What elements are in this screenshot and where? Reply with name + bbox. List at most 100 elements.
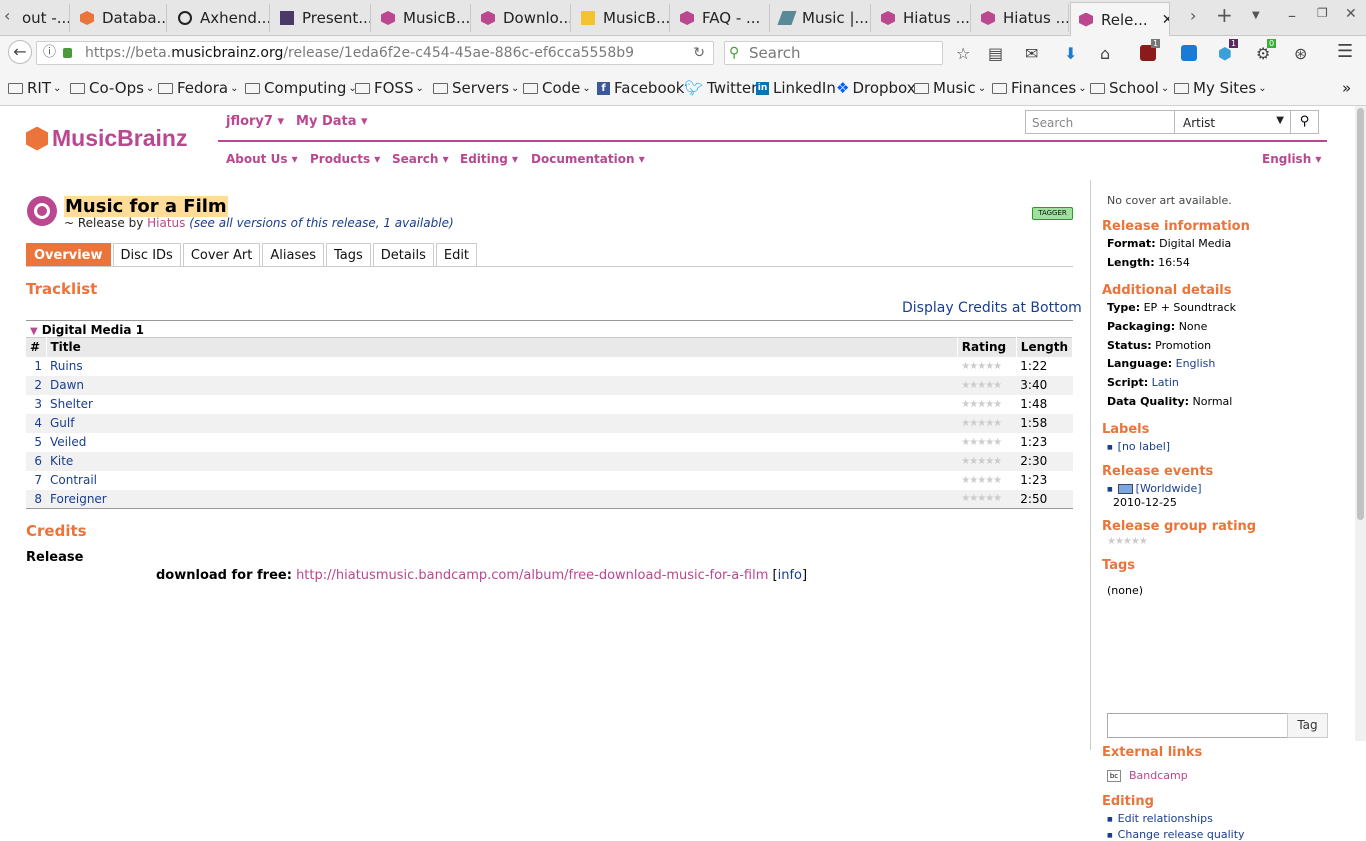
track-title-link[interactable]: Contrail: [46, 471, 957, 490]
tag-button[interactable]: Tag: [1287, 713, 1328, 738]
rating-stars[interactable]: ★★★★★: [957, 489, 1017, 509]
browser-tab[interactable]: Databa...: [72, 4, 167, 32]
browser-tab[interactable]: Present...: [272, 4, 371, 32]
bookmark-folder-computing[interactable]: Computing ⌄: [245, 79, 357, 97]
track-title-link[interactable]: Foreigner: [46, 489, 958, 509]
rating-stars[interactable]: ★★★★★: [957, 471, 1016, 490]
browser-search-input[interactable]: ⚲ Search: [724, 41, 943, 65]
minimize-icon[interactable]: –: [1288, 6, 1296, 25]
rating-stars[interactable]: ★★★★★: [957, 395, 1016, 414]
edit-relationships-link[interactable]: Edit relationships: [1107, 812, 1213, 825]
browser-tab[interactable]: Hiatus ...: [873, 4, 971, 32]
tabs-scroll-right-icon[interactable]: ›: [1190, 6, 1196, 25]
bookmark-folder-fedora[interactable]: Fedora ⌄: [158, 79, 238, 97]
tab-list-icon[interactable]: ▼: [1252, 10, 1260, 21]
nav-about-us[interactable]: About Us ▾: [226, 152, 298, 166]
rating-stars[interactable]: ★★★★★: [957, 433, 1016, 452]
nav-documentation[interactable]: Documentation ▾: [531, 152, 645, 166]
display-credits-link[interactable]: Display Credits at Bottom: [902, 300, 1082, 316]
close-window-icon[interactable]: ✕: [1345, 6, 1357, 22]
no-label-link[interactable]: [no label]: [1107, 440, 1170, 453]
artist-link[interactable]: Hiatus: [147, 216, 185, 230]
track-title-link[interactable]: Dawn: [46, 375, 958, 395]
mail-icon[interactable]: ✉: [1025, 44, 1038, 63]
rating-stars[interactable]: ★★★★★: [957, 451, 1017, 471]
rating-stars[interactable]: ★★★★★: [957, 413, 1017, 433]
privacy-icon[interactable]: ⊛: [1294, 44, 1307, 63]
maximize-icon[interactable]: ❐: [1317, 6, 1328, 20]
bookmark-star-icon[interactable]: ☆: [956, 44, 970, 63]
tab-cover-art[interactable]: Cover Art: [182, 243, 261, 267]
user-menu[interactable]: jflory7 ▾ My Data ▾: [226, 114, 368, 129]
header-search-button[interactable]: ⚲: [1290, 110, 1319, 134]
scrollbar-thumb[interactable]: [1357, 108, 1364, 520]
tab-disc-ids[interactable]: Disc IDs: [112, 243, 181, 267]
bookmark-folder-school[interactable]: School ⌄: [1090, 79, 1169, 97]
browser-tab[interactable]: Hiatus ...: [973, 4, 1069, 32]
page-scrollbar[interactable]: [1355, 106, 1366, 741]
language-link[interactable]: English: [1176, 357, 1216, 370]
browser-tab[interactable]: FAQ - ...: [672, 4, 770, 32]
bookmark-folder-servers[interactable]: Servers ⌄: [433, 79, 519, 97]
browser-tab[interactable]: Music |...: [772, 4, 871, 32]
close-tab-icon[interactable]: ✕: [1162, 12, 1169, 28]
track-title-link[interactable]: Ruins: [46, 357, 957, 376]
browser-tab[interactable]: MusicB...: [573, 4, 670, 32]
tagger-button[interactable]: TAGGER: [1032, 207, 1073, 220]
bookmark-folder-rit[interactable]: RIT ⌄: [8, 79, 61, 97]
home-icon[interactable]: ⌂: [1100, 44, 1110, 63]
track-title-link[interactable]: Kite: [46, 451, 958, 471]
bookmark-folder-code[interactable]: Code ⌄: [523, 79, 591, 97]
info-icon[interactable]: ⓘ: [43, 42, 56, 64]
change-release-quality-link[interactable]: Change release quality: [1107, 828, 1245, 841]
musicbrainz-logo[interactable]: MusicBrainz: [26, 125, 187, 152]
track-title-link[interactable]: Shelter: [46, 395, 957, 414]
collapse-triangle-icon[interactable]: ▼: [30, 326, 38, 337]
browser-tab[interactable]: MusicB...: [373, 4, 471, 32]
reload-icon[interactable]: ↻: [693, 42, 705, 64]
browser-tab[interactable]: Downlo...: [473, 4, 571, 32]
nav-search[interactable]: Search ▾: [392, 152, 449, 166]
url-bar[interactable]: ⓘ https://beta.musicbrainz.org/release/1…: [36, 41, 714, 65]
header-search-input[interactable]: Search: [1025, 110, 1175, 134]
script-link[interactable]: Latin: [1152, 376, 1179, 389]
tab-tags[interactable]: Tags: [326, 243, 371, 267]
bookmark-folder-my-sites[interactable]: My Sites ⌄: [1174, 79, 1267, 97]
info-link[interactable]: info: [778, 568, 802, 583]
bookmark-dropbox[interactable]: ❖ Dropbox: [836, 79, 916, 97]
tab-edit[interactable]: Edit: [435, 243, 478, 267]
bookmark-folder-music[interactable]: Music ⌄: [914, 79, 986, 97]
browser-tab-active[interactable]: Rele...✕: [1070, 2, 1170, 36]
search-type-select[interactable]: Artist ▼: [1174, 110, 1291, 134]
language-menu[interactable]: English ▾: [1262, 152, 1321, 166]
release-event-country[interactable]: [Worldwide]: [1107, 482, 1202, 495]
bookmarks-overflow-icon[interactable]: »: [1342, 79, 1351, 97]
nav-editing[interactable]: Editing ▾: [460, 152, 518, 166]
tab-details[interactable]: Details: [372, 243, 434, 267]
track-title-link[interactable]: Gulf: [46, 413, 958, 433]
tag-input[interactable]: [1107, 713, 1288, 738]
skype-icon[interactable]: [1181, 45, 1197, 61]
back-button[interactable]: ←: [8, 40, 32, 64]
download-icon[interactable]: ⬇: [1064, 44, 1077, 63]
rating-stars[interactable]: ★★★★★: [957, 375, 1017, 395]
rating-stars[interactable]: ★★★★★: [957, 357, 1016, 376]
nav-products[interactable]: Products ▾: [310, 152, 380, 166]
medium-header[interactable]: ▼ Digital Media 1: [26, 320, 1073, 337]
bookmark-folder-finances[interactable]: Finances ⌄: [992, 79, 1087, 97]
download-url-link[interactable]: http://hiatusmusic.bandcamp.com/album/fr…: [296, 568, 768, 583]
versions-link[interactable]: (see all versions of this release, 1 ava…: [189, 216, 453, 230]
browser-tab[interactable]: Axhend...: [170, 4, 270, 32]
hamburger-menu-icon[interactable]: ☰: [1337, 41, 1353, 62]
track-title-link[interactable]: Veiled: [46, 433, 957, 452]
tab-aliases[interactable]: Aliases: [262, 243, 324, 267]
my-data-menu[interactable]: My Data ▾: [296, 114, 368, 129]
bookmark-facebook[interactable]: f Facebook: [597, 79, 684, 97]
bandcamp-link[interactable]: bc Bandcamp: [1107, 769, 1188, 782]
bookmark-folder-coops[interactable]: Co-Ops ⌄: [70, 79, 154, 97]
browser-tab[interactable]: out -...: [14, 4, 70, 32]
bookmark-folder-foss[interactable]: FOSS ⌄: [355, 79, 424, 97]
bookmark-twitter[interactable]: 🐦︎ Twitter: [684, 79, 757, 97]
tabs-scroll-left-icon[interactable]: ‹: [4, 6, 10, 25]
release-group-rating-stars[interactable]: ★★★★★: [1107, 536, 1148, 547]
